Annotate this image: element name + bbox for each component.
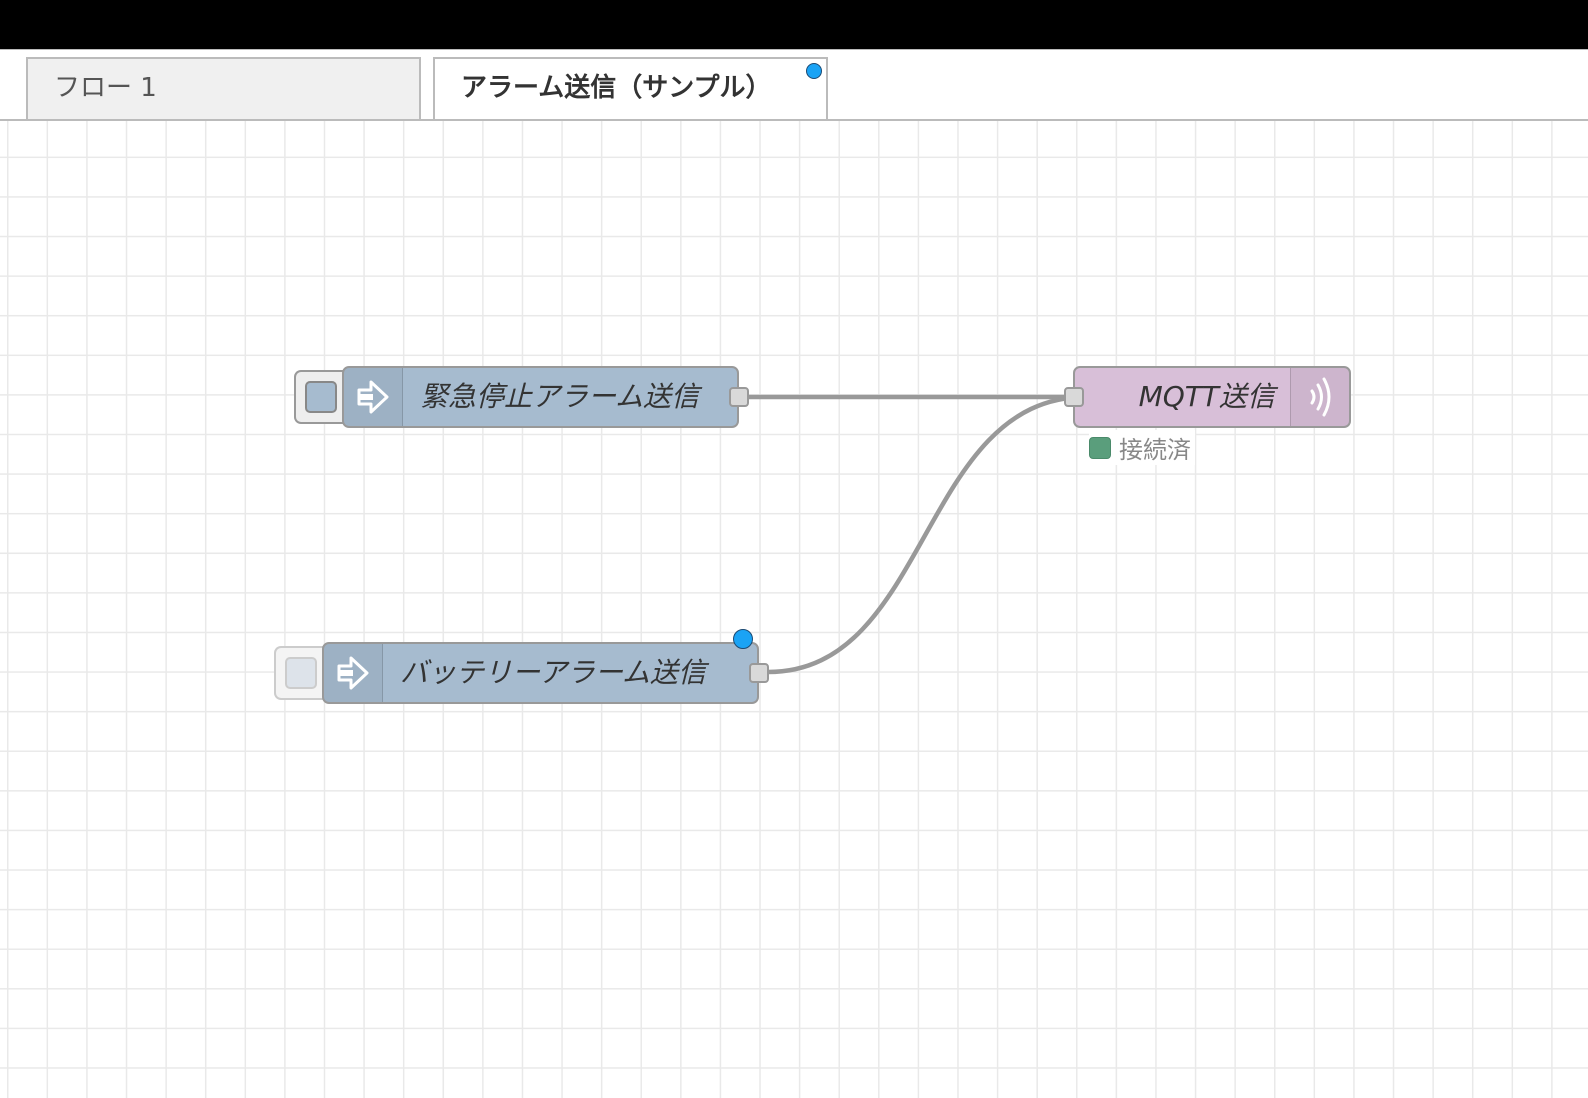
- arrow-in-icon: [324, 644, 383, 702]
- node-battery-alarm[interactable]: バッテリーアラーム送信: [322, 642, 759, 704]
- tab-label: フロー 1: [54, 73, 157, 103]
- status-text: 接続済: [1119, 436, 1191, 464]
- tab-alarm-send-sample[interactable]: アラーム送信（サンプル）: [433, 57, 828, 121]
- output-port-emergency[interactable]: [729, 387, 749, 407]
- output-port-battery[interactable]: [749, 663, 769, 683]
- node-label: MQTT送信: [1138, 380, 1275, 413]
- node-label: 緊急停止アラーム送信: [420, 380, 700, 413]
- inject-button-face: [305, 381, 337, 413]
- flow-canvas[interactable]: [0, 121, 1588, 1098]
- status-indicator: [1089, 436, 1111, 459]
- tab-flow-1[interactable]: フロー 1: [26, 57, 421, 119]
- node-label: バッテリーアラーム送信: [400, 656, 707, 689]
- inject-button-face: [285, 657, 317, 689]
- node-status: 接続済: [1089, 430, 1195, 465]
- top-header-bar: [0, 0, 1588, 49]
- tab-changed-indicator: [806, 63, 822, 79]
- node-changed-indicator: [733, 629, 753, 649]
- node-mqtt-out[interactable]: MQTT送信: [1073, 366, 1351, 428]
- tab-label: アラーム送信（サンプル）: [461, 73, 772, 103]
- bridge-icon: [1290, 368, 1349, 426]
- arrow-in-icon: [344, 368, 403, 426]
- input-port-mqtt[interactable]: [1064, 387, 1084, 407]
- node-emergency-stop-alarm[interactable]: 緊急停止アラーム送信: [342, 366, 739, 428]
